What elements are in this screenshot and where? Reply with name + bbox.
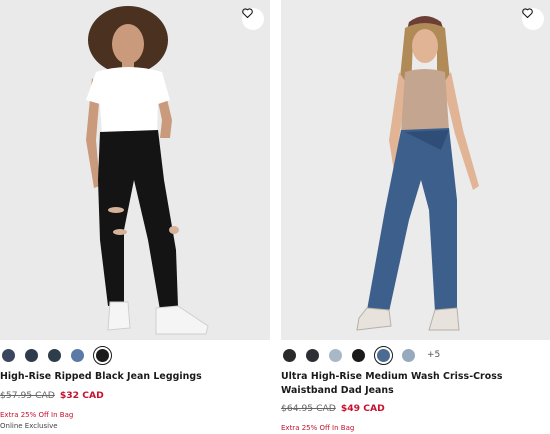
color-swatch[interactable] [352, 348, 365, 362]
sale-price: $32 CAD [59, 390, 104, 401]
sale-price: $49 CAD [340, 403, 385, 414]
product-image-black-leggings[interactable] [0, 0, 270, 340]
color-swatch[interactable] [93, 345, 112, 365]
color-swatch[interactable] [402, 348, 415, 362]
product-card-2[interactable]: +5 Ultra High-Rise Medium Wash Criss-Cro… [281, 0, 550, 434]
color-swatch[interactable] [25, 348, 38, 362]
product-price: $64.95 CAD $49 CAD [281, 403, 385, 414]
color-swatches [2, 345, 121, 365]
color-swatch[interactable] [329, 348, 342, 362]
product-card-1[interactable]: High-Rise Ripped Black Jean Leggings $57… [0, 0, 270, 434]
color-swatch[interactable] [2, 348, 15, 362]
color-swatch[interactable] [71, 348, 84, 362]
color-swatch[interactable] [48, 348, 61, 362]
color-swatch[interactable] [374, 345, 393, 365]
exclusive-badge: Online Exclusive [0, 422, 58, 430]
promo-text: Extra 25% Off In Bag [281, 424, 355, 432]
original-price: $57.95 CAD [0, 390, 55, 401]
model-photo [0, 0, 270, 340]
favorite-button[interactable] [522, 8, 544, 30]
more-colors-link[interactable]: +5 [427, 350, 440, 360]
color-swatches: +5 [283, 345, 440, 365]
product-title[interactable]: Ultra High-Rise Medium Wash Criss-Cross … [281, 370, 548, 398]
promo-text: Extra 25% Off In Bag [0, 411, 74, 419]
favorite-button[interactable] [242, 8, 264, 30]
color-swatch[interactable] [306, 348, 319, 362]
product-price: $57.95 CAD $32 CAD [0, 390, 104, 401]
original-price: $64.95 CAD [281, 403, 336, 414]
product-image-dad-jeans[interactable] [281, 0, 550, 340]
product-title[interactable]: High-Rise Ripped Black Jean Leggings [0, 370, 268, 384]
model-photo [281, 0, 550, 340]
color-swatch[interactable] [283, 348, 296, 362]
